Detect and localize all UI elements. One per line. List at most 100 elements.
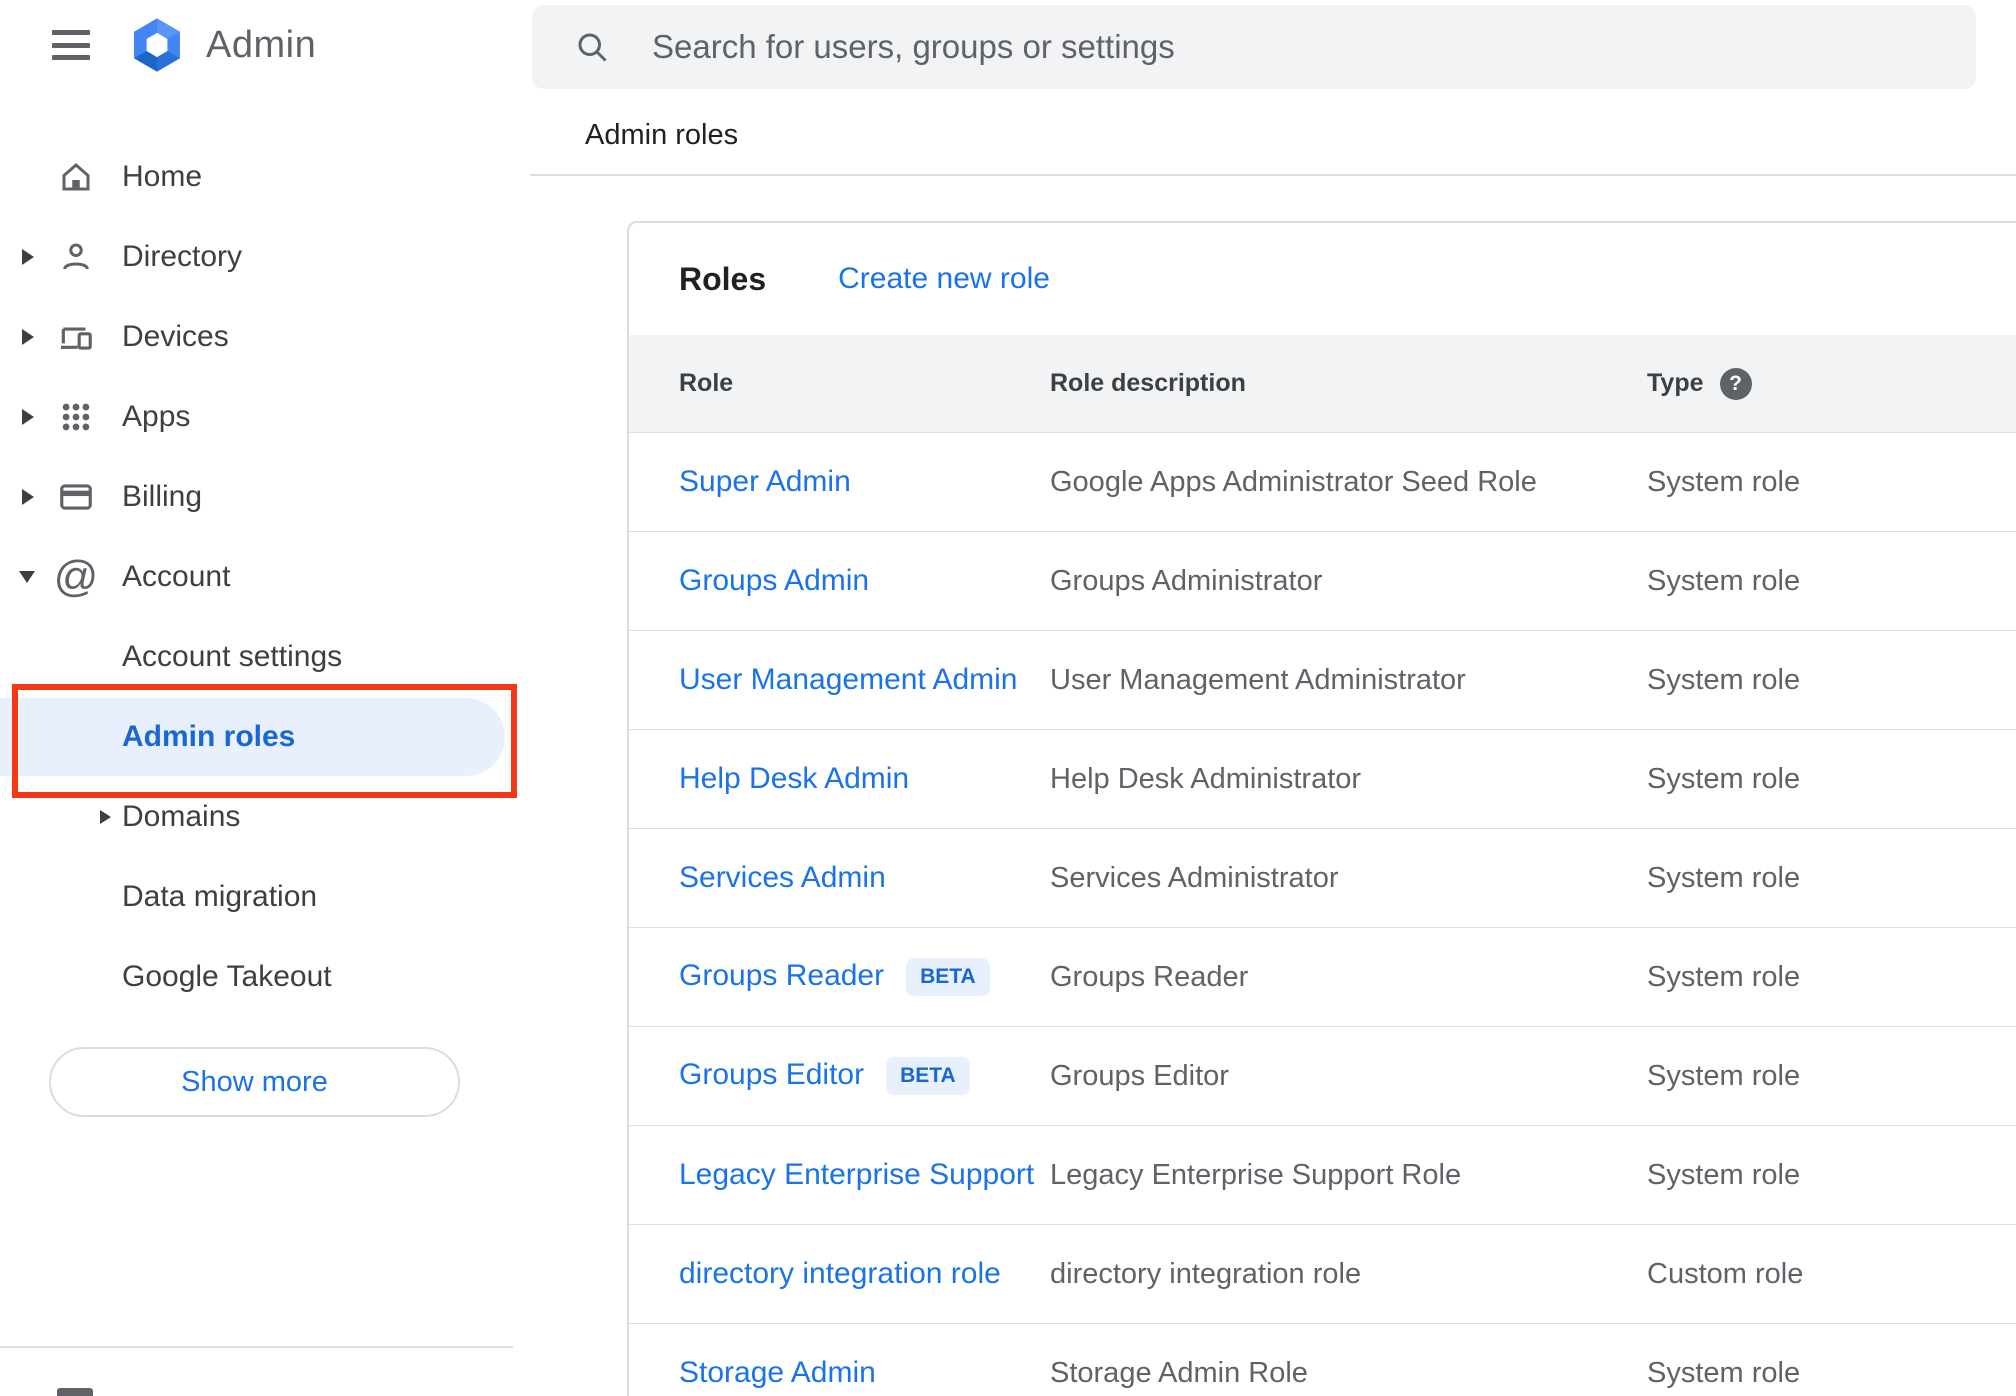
search-input[interactable] <box>650 27 1976 67</box>
breadcrumb: Admin roles <box>585 119 739 151</box>
role-description: Legacy Enterprise Support Role <box>1050 1158 1462 1191</box>
role-link[interactable]: Groups Admin <box>679 564 869 597</box>
home-icon <box>57 158 95 196</box>
sidebar-item-label: Account settings <box>122 640 343 673</box>
sidebar-header: Admin <box>0 0 530 90</box>
table-row: Help Desk Admin Help Desk Administrator … <box>629 729 2016 828</box>
role-link[interactable]: Groups Editor <box>679 1058 864 1091</box>
sidebar-item-home[interactable]: Home <box>0 137 530 217</box>
sidebar-item-label: Domains <box>122 800 241 833</box>
roles-panel-header: Roles Create new role <box>629 223 2016 335</box>
sidebar-item-data-migration[interactable]: Data migration <box>0 857 530 937</box>
header-divider <box>530 174 2016 176</box>
table-row: directory integration role directory int… <box>629 1224 2016 1323</box>
sidebar-item-account[interactable]: @ Account <box>0 537 530 617</box>
table-row: Groups Admin Groups Administrator System… <box>629 531 2016 630</box>
sidebar-item-label: Directory <box>122 240 243 273</box>
sidebar-item-label: Data migration <box>122 880 318 913</box>
roles-panel: Roles Create new role Role Role descript… <box>627 221 2016 1396</box>
at-sign-icon: @ <box>53 552 99 601</box>
sidebar-item-directory[interactable]: Directory <box>0 217 530 297</box>
role-type: System role <box>1647 465 1801 498</box>
role-description: Groups Editor <box>1050 1059 1229 1092</box>
app-title: Admin <box>206 23 317 66</box>
panel-title: Roles <box>679 260 767 297</box>
role-link[interactable]: Super Admin <box>679 465 851 498</box>
sidebar-item-admin-roles[interactable]: Admin roles <box>0 684 530 798</box>
chevron-down-icon[interactable] <box>19 571 35 583</box>
beta-badge: BETA <box>906 958 990 996</box>
help-icon[interactable]: ? <box>1719 367 1752 400</box>
role-link[interactable]: Storage Admin <box>679 1356 876 1389</box>
chevron-right-icon[interactable] <box>22 489 34 505</box>
role-description: directory integration role <box>1050 1257 1362 1290</box>
role-description: User Management Administrator <box>1050 663 1466 696</box>
credit-card-icon <box>57 478 95 516</box>
role-description: Services Administrator <box>1050 861 1339 894</box>
sidebar-item-label: Google Takeout <box>122 960 332 993</box>
table-header-row: Role Role description Type ? <box>629 335 2016 432</box>
role-link[interactable]: Help Desk Admin <box>679 762 909 795</box>
devices-icon <box>57 318 95 356</box>
sidebar-item-label: Billing <box>122 480 203 513</box>
chevron-right-icon[interactable] <box>100 810 111 824</box>
table-row: Super Admin Google Apps Administrator Se… <box>629 432 2016 531</box>
role-type: System role <box>1647 564 1801 597</box>
main-content: Admin roles Roles Create new role Role R… <box>530 0 2016 1396</box>
role-description: Google Apps Administrator Seed Role <box>1050 465 1537 498</box>
role-type: System role <box>1647 762 1801 795</box>
show-more-button[interactable]: Show more <box>49 1047 460 1117</box>
search-icon <box>578 33 607 62</box>
table-row: User Management Admin User Management Ad… <box>629 630 2016 729</box>
role-link[interactable]: Groups Reader <box>679 959 884 992</box>
sidebar-item-billing[interactable]: Billing <box>0 457 530 537</box>
sidebar-item-label: Admin roles <box>122 720 296 753</box>
sidebar-item-label: Devices <box>122 320 229 353</box>
chevron-right-icon[interactable] <box>22 329 34 345</box>
sidebar-nav: Home Directory Devices Apps Billing @ Ac… <box>0 137 530 1017</box>
sidebar-item-domains[interactable]: Domains <box>0 777 530 857</box>
create-new-role-link[interactable]: Create new role <box>838 262 1050 296</box>
column-header-description: Role description <box>1050 369 1246 397</box>
role-link[interactable]: User Management Admin <box>679 663 1018 696</box>
sidebar-item-account-settings[interactable]: Account settings <box>0 617 530 697</box>
sidebar-item-devices[interactable]: Devices <box>0 297 530 377</box>
sidebar-item-label: Apps <box>122 400 191 433</box>
sidebar: Admin Home Directory Devices Apps Billin… <box>0 0 530 1396</box>
table-row: Legacy Enterprise Support Legacy Enterpr… <box>629 1125 2016 1224</box>
column-header-role: Role <box>679 369 734 397</box>
role-type: System role <box>1647 861 1801 894</box>
person-icon <box>57 238 95 276</box>
table-row: Storage Admin Storage Admin Role System … <box>629 1323 2016 1396</box>
apps-grid-icon <box>57 398 95 436</box>
beta-badge: BETA <box>886 1057 970 1095</box>
role-description: Groups Reader <box>1050 960 1249 993</box>
role-type: System role <box>1647 1356 1801 1389</box>
column-header-type: Type <box>1647 369 1704 397</box>
role-type: System role <box>1647 1158 1801 1191</box>
sidebar-item-google-takeout[interactable]: Google Takeout <box>0 937 530 1017</box>
role-link[interactable]: Legacy Enterprise Support <box>679 1158 1034 1191</box>
role-link[interactable]: directory integration role <box>679 1257 1001 1290</box>
sidebar-item-label: Account <box>122 560 231 593</box>
role-type: System role <box>1647 960 1801 993</box>
role-type: System role <box>1647 1059 1801 1092</box>
chevron-right-icon[interactable] <box>22 249 34 265</box>
role-type: Custom role <box>1647 1257 1804 1290</box>
role-description: Help Desk Administrator <box>1050 762 1362 795</box>
search-bar[interactable] <box>532 5 1976 89</box>
role-type: System role <box>1647 663 1801 696</box>
table-row: Groups Editor BETA Groups Editor System r… <box>629 1026 2016 1125</box>
role-description: Groups Administrator <box>1050 564 1323 597</box>
sidebar-item-label: Home <box>122 160 203 193</box>
sidebar-item-apps[interactable]: Apps <box>0 377 530 457</box>
chevron-right-icon[interactable] <box>22 409 34 425</box>
sidebar-divider <box>0 1346 513 1348</box>
partial-bottom-icon <box>57 1388 93 1396</box>
menu-icon[interactable] <box>52 30 90 60</box>
role-description: Storage Admin Role <box>1050 1356 1308 1389</box>
table-row: Services Admin Services Administrator Sy… <box>629 828 2016 927</box>
admin-logo-icon <box>134 18 180 72</box>
table-row: Groups Reader BETA Groups Reader System r… <box>629 927 2016 1026</box>
role-link[interactable]: Services Admin <box>679 861 886 894</box>
